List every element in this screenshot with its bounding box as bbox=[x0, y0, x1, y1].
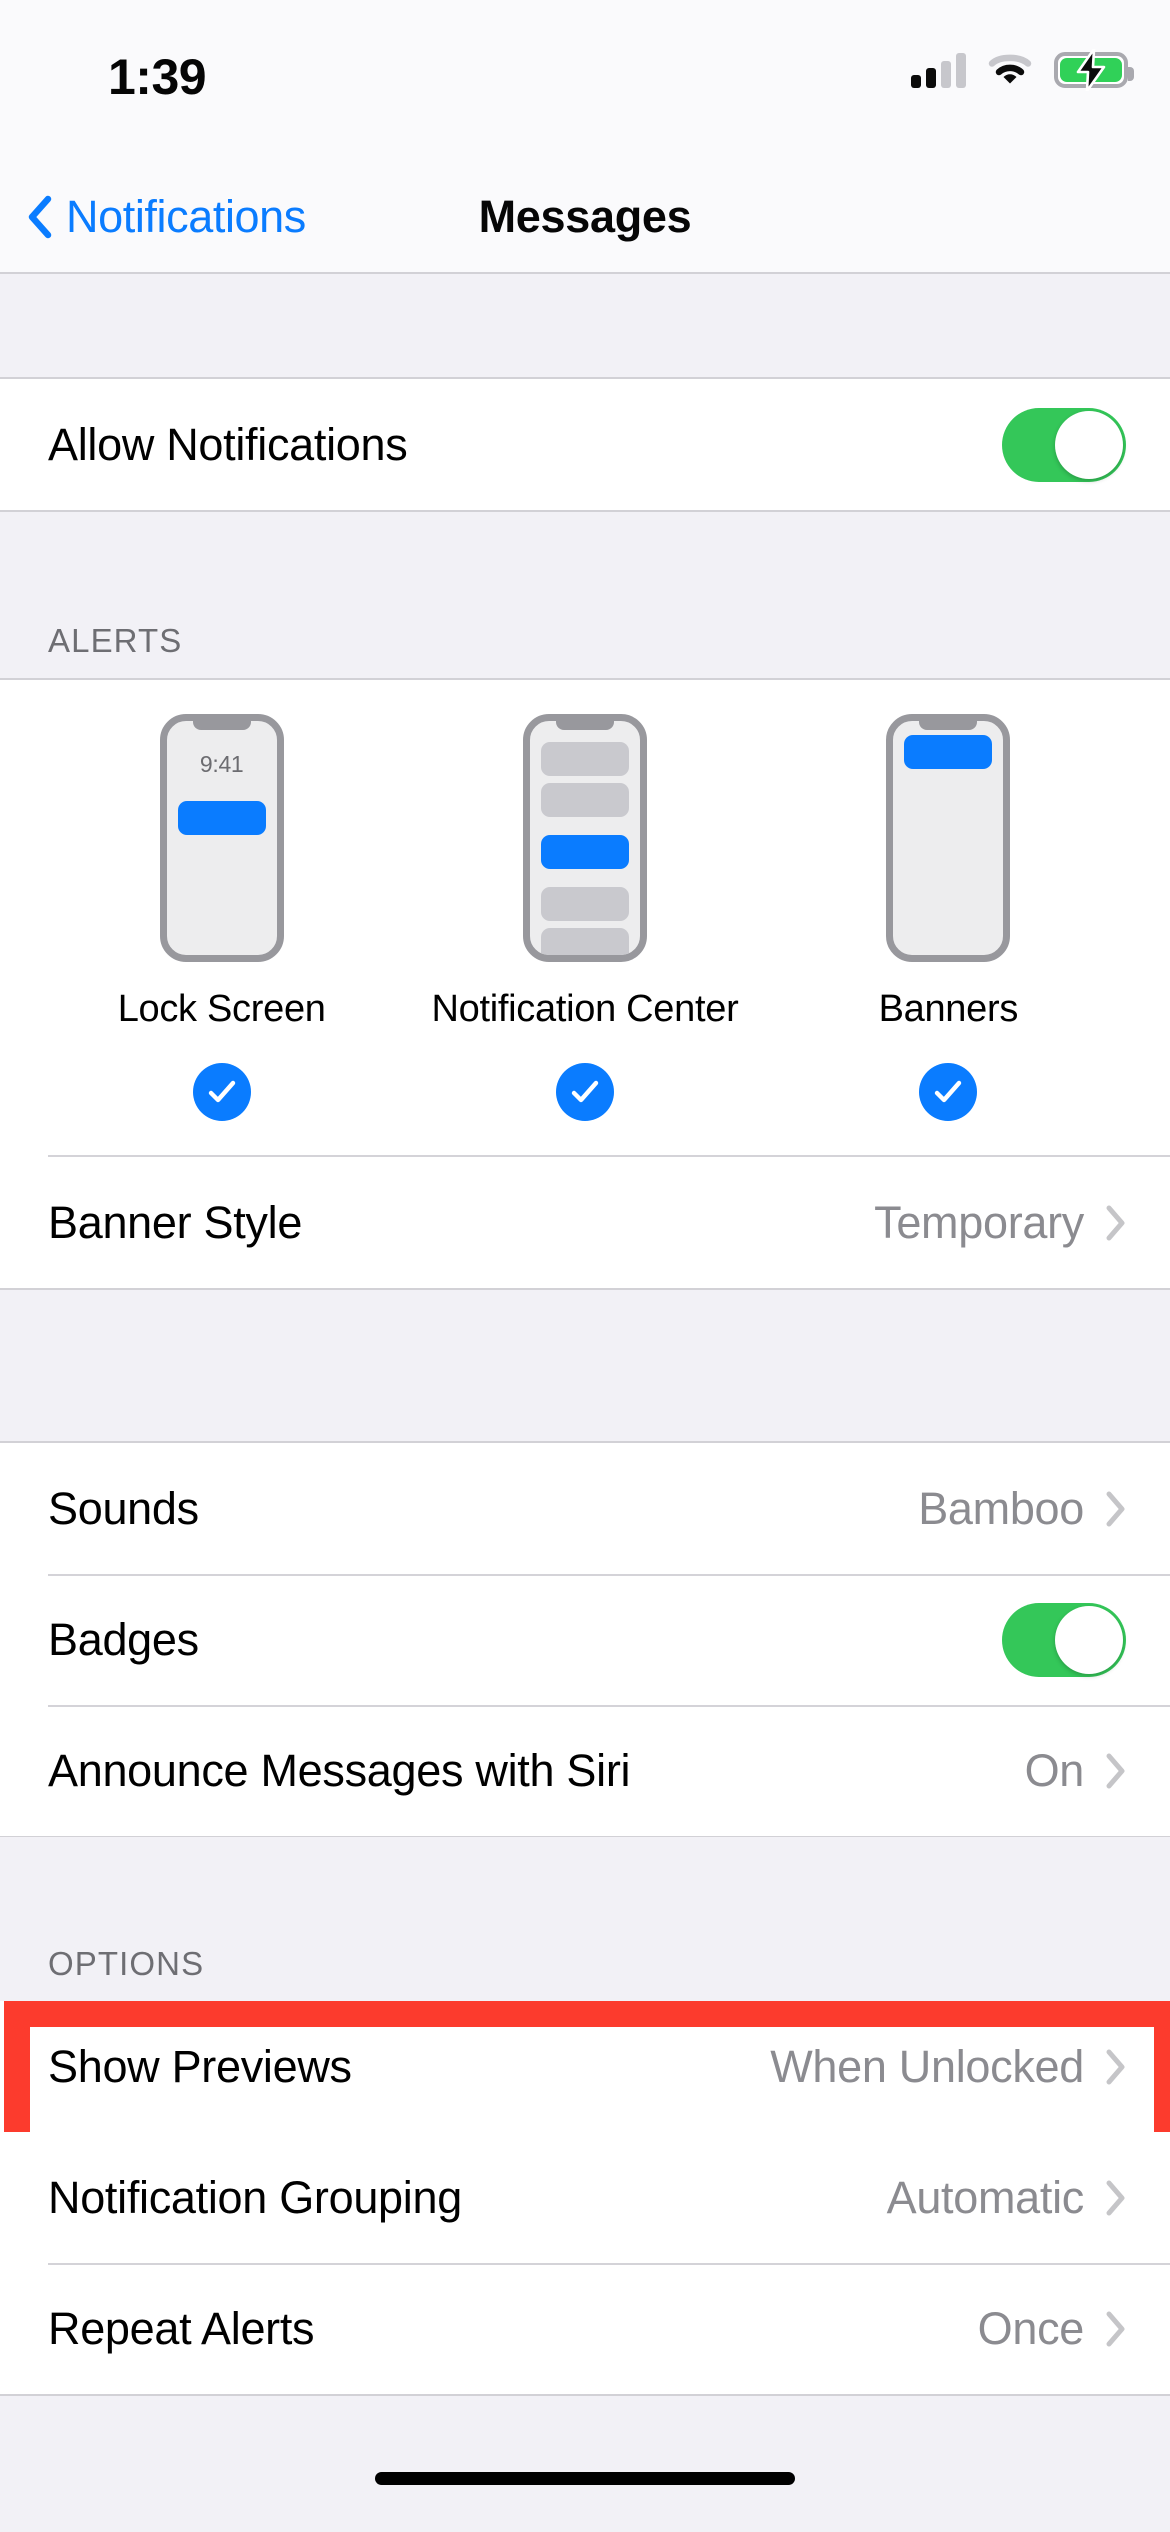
notification-grouping-label: Notification Grouping bbox=[48, 2171, 462, 2223]
badges-label: Badges bbox=[48, 1613, 199, 1665]
alert-style-label-lock-screen: Lock Screen bbox=[117, 988, 326, 1030]
section-gap-top bbox=[0, 276, 1170, 377]
chevron-right-icon bbox=[1106, 1205, 1126, 1241]
alert-style-previews: 9:41 Lock Screen Notification Center Ban… bbox=[0, 714, 1170, 1121]
nc-row-3-selected bbox=[540, 835, 629, 869]
row-allow-notifications[interactable]: Allow Notifications bbox=[0, 379, 1170, 510]
nc-row-1 bbox=[540, 742, 629, 776]
banners-phone-illustration bbox=[886, 714, 1011, 962]
chevron-right-icon bbox=[1106, 2049, 1126, 2085]
delivery-group: Sounds Bamboo Badges Announce Messages w… bbox=[0, 1441, 1170, 1838]
navigation-bar: Notifications Messages bbox=[0, 160, 1170, 274]
section-gap-middle bbox=[0, 1336, 1170, 1441]
checkbox-notification-center[interactable] bbox=[555, 1063, 614, 1121]
page-title: Messages bbox=[478, 191, 692, 242]
alert-style-notification-center[interactable]: Notification Center bbox=[432, 714, 739, 1121]
chevron-right-icon bbox=[1106, 2311, 1126, 2347]
home-indicator[interactable] bbox=[375, 2472, 795, 2485]
alerts-group: 9:41 Lock Screen Notification Center Ban… bbox=[0, 678, 1170, 1290]
lock-screen-phone-illustration: 9:41 bbox=[159, 714, 284, 962]
alerts-section-header-area: ALERTS bbox=[0, 512, 1170, 678]
wifi-icon bbox=[988, 53, 1032, 87]
check-icon bbox=[935, 1080, 962, 1103]
row-banner-style[interactable]: Banner Style Temporary bbox=[0, 1157, 1170, 1288]
announce-siri-label: Announce Messages with Siri bbox=[48, 1744, 631, 1796]
banner-notification-bar bbox=[904, 735, 993, 769]
allow-notifications-toggle[interactable] bbox=[1002, 407, 1126, 482]
repeat-alerts-label: Repeat Alerts bbox=[48, 2302, 315, 2354]
row-announce-messages-with-siri[interactable]: Announce Messages with Siri On bbox=[0, 1705, 1170, 1836]
sounds-label: Sounds bbox=[48, 1482, 199, 1534]
nc-row-5 bbox=[540, 928, 629, 955]
options-section-header-area: OPTIONS bbox=[0, 1837, 1170, 2001]
options-group: Show Previews When Unlocked Notification… bbox=[0, 2001, 1170, 2396]
row-badges[interactable]: Badges bbox=[0, 1574, 1170, 1705]
show-previews-label: Show Previews bbox=[48, 2040, 352, 2092]
banner-style-label: Banner Style bbox=[48, 1196, 303, 1248]
allow-notifications-group: Allow Notifications bbox=[0, 377, 1170, 512]
chevron-right-icon bbox=[1106, 2180, 1126, 2216]
announce-siri-value: On bbox=[1024, 1744, 1085, 1796]
status-bar-time: 1:39 bbox=[108, 49, 207, 105]
check-icon bbox=[571, 1080, 599, 1103]
lock-screen-preview-time: 9:41 bbox=[199, 751, 244, 777]
alert-style-label-notification-center: Notification Center bbox=[431, 988, 739, 1030]
badges-toggle[interactable] bbox=[1002, 1602, 1126, 1677]
bottom-gap bbox=[0, 2402, 1170, 2532]
notification-center-phone-illustration bbox=[522, 714, 647, 962]
options-section-header: OPTIONS bbox=[48, 1945, 205, 1982]
checkbox-lock-screen[interactable] bbox=[192, 1063, 251, 1121]
options-remaining-rows: Notification Grouping Automatic Repeat A… bbox=[0, 2132, 1170, 2396]
nc-row-2 bbox=[540, 783, 629, 817]
row-repeat-alerts[interactable]: Repeat Alerts Once bbox=[0, 2263, 1170, 2394]
row-show-previews[interactable]: Show Previews When Unlocked bbox=[0, 2001, 1170, 2132]
alert-style-picker: 9:41 Lock Screen Notification Center Ban… bbox=[0, 680, 1170, 1157]
status-bar-icons bbox=[911, 49, 1134, 91]
notch-icon bbox=[919, 721, 978, 730]
notch-icon bbox=[192, 721, 251, 730]
alert-style-label-banners: Banners bbox=[878, 988, 1019, 1030]
show-previews-highlight: Show Previews When Unlocked bbox=[0, 2001, 1170, 2184]
lock-screen-notification-bar bbox=[177, 801, 266, 835]
repeat-alerts-value: Once bbox=[977, 2302, 1085, 2354]
alert-style-lock-screen[interactable]: 9:41 Lock Screen bbox=[72, 714, 372, 1121]
battery-charging-icon bbox=[1054, 49, 1134, 91]
nc-row-4 bbox=[540, 887, 629, 921]
notch-icon bbox=[555, 721, 614, 730]
row-notification-grouping[interactable]: Notification Grouping Automatic bbox=[0, 2132, 1170, 2263]
check-icon bbox=[208, 1080, 235, 1103]
checkbox-banners[interactable] bbox=[919, 1063, 978, 1121]
iphone-settings-screen: 1:39 Notifications Messages Allow Notifi… bbox=[0, 0, 1170, 2532]
chevron-right-icon bbox=[1106, 1753, 1126, 1789]
alert-style-banners[interactable]: Banners bbox=[798, 714, 1098, 1121]
notification-grouping-value: Automatic bbox=[886, 2171, 1085, 2223]
chevron-right-icon bbox=[1106, 1491, 1126, 1527]
status-bar: 1:39 bbox=[0, 0, 1170, 160]
allow-notifications-label: Allow Notifications bbox=[48, 418, 408, 470]
row-sounds[interactable]: Sounds Bamboo bbox=[0, 1443, 1170, 1574]
cellular-signal-icon bbox=[911, 52, 966, 88]
show-previews-value: When Unlocked bbox=[770, 2040, 1084, 2092]
banner-style-value: Temporary bbox=[874, 1196, 1084, 1248]
sounds-value: Bamboo bbox=[918, 1482, 1084, 1534]
alerts-section-header: ALERTS bbox=[48, 622, 183, 659]
